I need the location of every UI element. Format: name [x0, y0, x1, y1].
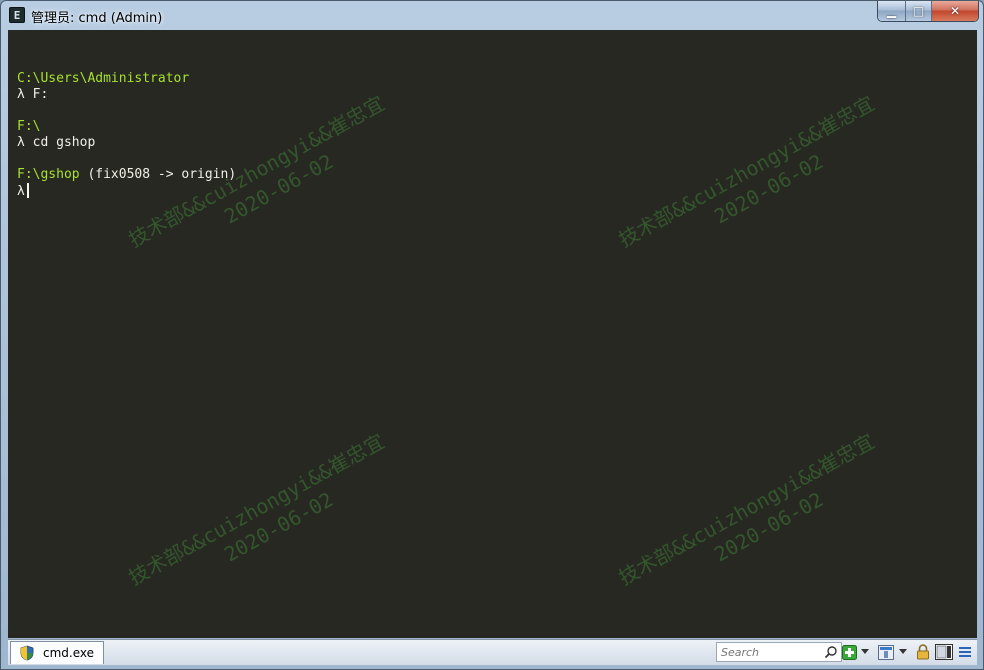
console-window: E 管理员: cmd (Admin) ▁ □ ✕ C:\Users\Admini…	[0, 0, 984, 670]
prompt-line: λ cd gshop	[17, 135, 236, 151]
search-box[interactable]	[716, 642, 842, 662]
view-button[interactable]	[878, 644, 894, 660]
menu-icon	[959, 647, 971, 657]
command-text: cd gshop	[32, 135, 96, 150]
dropdown-icon[interactable]	[899, 649, 907, 654]
new-tab-button[interactable]	[841, 644, 857, 660]
prompt-symbol: λ	[17, 87, 25, 102]
prompt-symbol: λ	[17, 184, 25, 199]
close-icon: ✕	[949, 4, 961, 18]
panels-icon	[935, 644, 953, 660]
status-bar: cmd.exe	[8, 639, 977, 665]
window-controls: ▁ □ ✕	[877, 1, 979, 22]
search-icon[interactable]	[824, 645, 838, 659]
text-cursor	[26, 183, 29, 198]
watermark: 技术部&&cuizhongyi&&崔忠宜 2020-06-02	[614, 428, 892, 613]
watermark-date: 2020-06-02	[710, 487, 828, 567]
path-text: F:\gshop	[17, 167, 80, 182]
watermark-text: 技术部&&cuizhongyi&&崔忠宜	[614, 90, 879, 252]
watermark: 技术部&&cuizhongyi&&崔忠宜 2020-06-02	[614, 90, 892, 275]
view-icon	[878, 644, 894, 660]
prompt-symbol: λ	[17, 135, 25, 150]
console-lines: C:\Users\Administrator λ F: F:\ λ cd gsh…	[17, 55, 236, 199]
path-line: F:\	[17, 119, 236, 135]
path-line: F:\gshop (fix0508 -> origin)	[17, 167, 236, 183]
maximize-button[interactable]: □	[905, 1, 931, 21]
watermark-date: 2020-06-02	[220, 487, 338, 567]
window-title: 管理员: cmd (Admin)	[31, 11, 163, 26]
path-text: C:\Users\Administrator	[17, 71, 190, 86]
console-output[interactable]: C:\Users\Administrator λ F: F:\ λ cd gsh…	[8, 30, 977, 638]
watermark-text: 技术部&&cuizhongyi&&崔忠宜	[124, 428, 389, 590]
lock-button[interactable]	[915, 644, 931, 660]
maximize-icon: □	[912, 4, 925, 18]
branch-text: (fix0508 -> origin)	[79, 167, 237, 182]
minimize-button[interactable]: ▁	[878, 1, 905, 21]
watermark-text: 技术部&&cuizhongyi&&崔忠宜	[614, 428, 879, 590]
minimize-icon: ▁	[886, 4, 897, 18]
path-text: F:\	[17, 119, 41, 134]
prompt-line: λ F:	[17, 87, 236, 103]
close-button[interactable]: ✕	[931, 1, 978, 21]
search-input[interactable]	[721, 645, 821, 659]
console-tab[interactable]: cmd.exe	[10, 641, 104, 664]
shield-icon	[20, 645, 34, 661]
title-bar[interactable]: E 管理员: cmd (Admin) ▁ □ ✕	[1, 1, 983, 30]
watermark-date: 2020-06-02	[710, 149, 828, 229]
path-line: C:\Users\Administrator	[17, 71, 236, 87]
command-text: F:	[32, 87, 49, 102]
app-icon[interactable]: E	[9, 7, 25, 23]
dropdown-icon[interactable]	[861, 649, 869, 654]
menu-button[interactable]	[957, 644, 973, 660]
app-icon-glyph: E	[13, 8, 21, 22]
watermark: 技术部&&cuizhongyi&&崔忠宜 2020-06-02	[124, 428, 402, 613]
prompt-line: λ	[17, 183, 236, 199]
lock-icon	[917, 644, 929, 660]
panels-button[interactable]	[934, 644, 954, 660]
new-tab-icon	[841, 644, 857, 660]
tab-label: cmd.exe	[43, 646, 95, 660]
